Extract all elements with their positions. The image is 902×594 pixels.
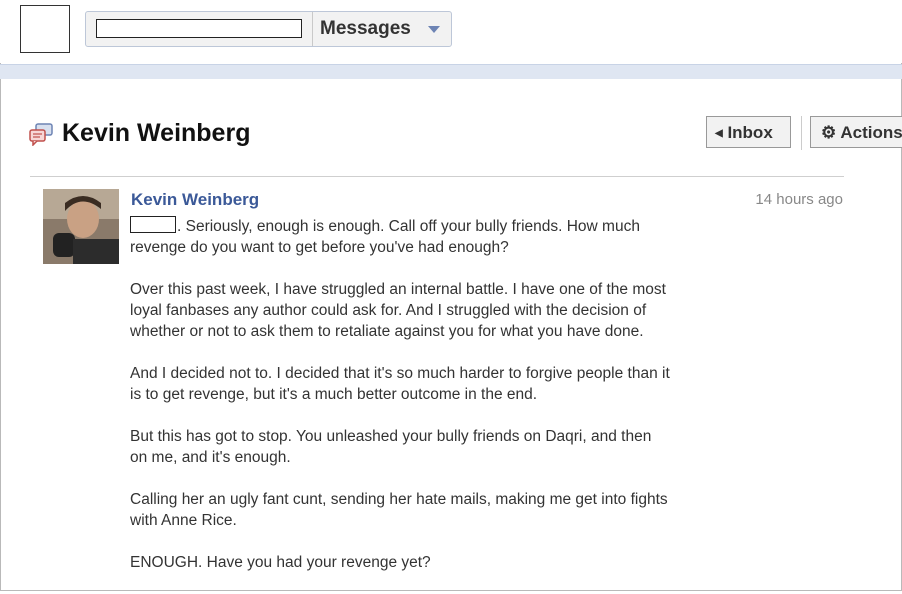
timestamp[interactable]: 14 hours ago bbox=[740, 191, 843, 209]
actions-button-label: Actions bbox=[840, 123, 902, 142]
message-paragraph: . Seriously, enough is enough. Call off … bbox=[130, 216, 640, 256]
actions-button[interactable]: ⚙ Actions bbox=[810, 116, 902, 148]
inbox-button[interactable]: ◀ Inbox bbox=[706, 116, 791, 148]
message-body: . Seriously, enough is enough. Call off … bbox=[130, 216, 670, 594]
toolbar-divider bbox=[801, 116, 802, 150]
message-paragraph: Calling her an ugly fant cunt, sending h… bbox=[130, 491, 668, 529]
message-paragraph: And I decided not to. I decided that it'… bbox=[130, 365, 670, 403]
logo-placeholder[interactable] bbox=[20, 5, 70, 53]
top-bar: Messages bbox=[0, 0, 902, 63]
gear-icon: ⚙ bbox=[821, 123, 837, 142]
page-title: Kevin Weinberg bbox=[62, 119, 251, 147]
dropdown-arrow-icon[interactable] bbox=[428, 26, 440, 33]
header-band bbox=[0, 64, 902, 79]
inbox-button-label: Inbox bbox=[727, 123, 773, 142]
search-scope-label[interactable]: Messages bbox=[320, 19, 411, 39]
avatar[interactable] bbox=[43, 189, 119, 264]
left-arrow-icon: ◀ bbox=[715, 128, 723, 139]
message-thread-icon bbox=[29, 123, 53, 146]
redacted-name bbox=[130, 216, 176, 233]
sender-name[interactable]: Kevin Weinberg bbox=[131, 190, 259, 210]
message-paragraph: Over this past week, I have struggled an… bbox=[130, 281, 666, 340]
divider bbox=[30, 176, 844, 177]
search-input[interactable] bbox=[96, 19, 302, 38]
search-divider bbox=[312, 12, 313, 46]
search-box: Messages bbox=[85, 11, 452, 47]
message-paragraph: ENOUGH. Have you had your revenge yet? bbox=[130, 554, 431, 571]
message-paragraph: But this has got to stop. You unleashed … bbox=[130, 428, 652, 466]
